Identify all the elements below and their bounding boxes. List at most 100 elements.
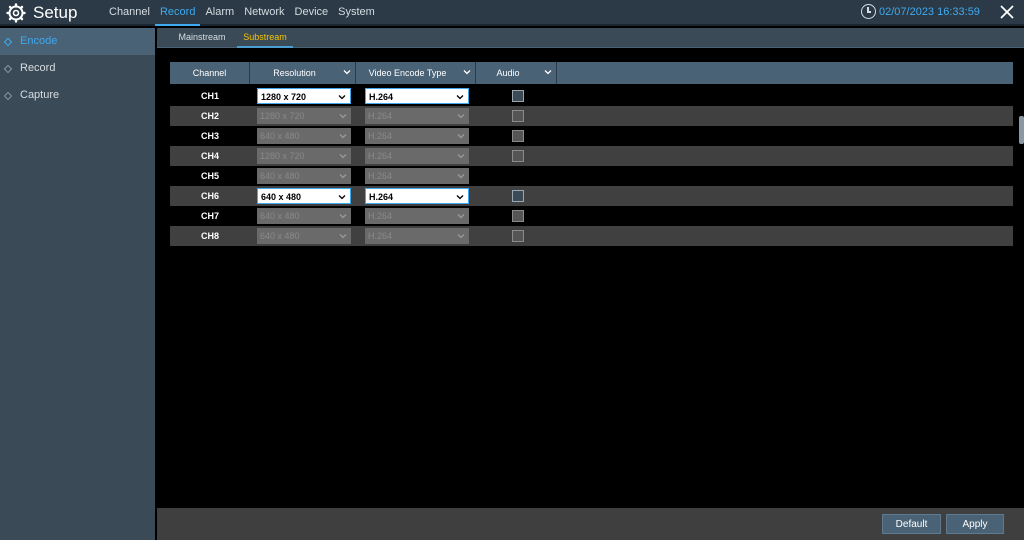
diamond-icon <box>3 37 13 47</box>
scrollbar-handle[interactable] <box>1019 116 1024 144</box>
sidebar-item-encode[interactable]: Encode <box>0 28 155 55</box>
chevron-down-icon <box>339 114 347 119</box>
sidebar-item-record[interactable]: Record <box>0 55 155 82</box>
channel-label: CH7 <box>200 211 219 221</box>
encode-type-select: H.264 <box>365 148 469 164</box>
default-button[interactable]: Default <box>882 514 941 534</box>
chevron-down-icon <box>456 195 464 200</box>
column-header-channel: Channel <box>170 62 250 84</box>
resolution-value: 1280 x 720 <box>260 111 305 121</box>
resolution-select: 640 x 480 <box>257 168 351 184</box>
chevron-down-icon <box>343 70 351 75</box>
chevron-down-icon <box>339 214 347 219</box>
table-row: CH2 1280 x 720 H.264 <box>170 106 1013 126</box>
nav-record[interactable]: Record <box>154 0 201 26</box>
encode-type-value: H.264 <box>368 231 393 241</box>
table-row: CH3 640 x 480 H.264 <box>170 126 1013 146</box>
nav-alarm[interactable]: Alarm <box>200 0 239 26</box>
audio-checkbox <box>512 230 524 242</box>
audio-checkbox <box>512 110 524 122</box>
encode-type-select: H.264 <box>365 228 469 244</box>
chevron-down-icon <box>338 195 346 200</box>
nav-channel[interactable]: Channel <box>104 0 155 26</box>
resolution-select[interactable]: 640 x 480 <box>257 188 351 204</box>
main-content: Mainstream Substream Channel Resolution … <box>157 28 1024 540</box>
audio-checkbox[interactable] <box>512 90 524 102</box>
chevron-down-icon <box>339 154 347 159</box>
encode-type-select: H.264 <box>365 208 469 224</box>
table-row: CH4 1280 x 720 H.264 <box>170 146 1013 166</box>
gear-icon <box>6 3 26 23</box>
diamond-icon <box>3 64 13 74</box>
resolution-value: 640 x 480 <box>260 211 300 221</box>
resolution-value: 640 x 480 <box>261 192 302 202</box>
subtab-bar: Mainstream Substream <box>157 28 1024 48</box>
datetime-text: 02/07/2023 16:33:59 <box>879 5 980 18</box>
table-header: Channel Resolution Video Encode Type Aud… <box>170 62 1013 84</box>
chevron-down-icon <box>463 70 471 75</box>
chevron-down-icon <box>339 174 347 179</box>
resolution-select: 640 x 480 <box>257 208 351 224</box>
column-header-resolution[interactable]: Resolution <box>250 62 356 84</box>
encode-type-value: H.264 <box>369 192 394 202</box>
column-header-audio[interactable]: Audio <box>476 62 557 84</box>
encode-type-select: H.264 <box>365 128 469 144</box>
resolution-value: 1280 x 720 <box>260 151 305 161</box>
encode-type-select: H.264 <box>365 168 469 184</box>
resolution-value: 640 x 480 <box>260 131 300 141</box>
encode-type-select[interactable]: H.264 <box>365 88 469 104</box>
sidebar-item-label: Encode <box>20 35 58 47</box>
close-icon[interactable] <box>999 4 1015 20</box>
encode-type-select: H.264 <box>365 108 469 124</box>
resolution-value: 1280 x 720 <box>261 92 307 102</box>
audio-checkbox[interactable] <box>512 190 524 202</box>
resolution-value: 640 x 480 <box>260 231 300 241</box>
channel-label: CH3 <box>200 131 219 141</box>
table-row: CH6 640 x 480 H.264 <box>170 186 1013 206</box>
encode-type-value: H.264 <box>368 171 393 181</box>
top-nav: Channel Record Alarm Network Device Syst… <box>104 0 380 26</box>
nav-system[interactable]: System <box>333 0 380 26</box>
chevron-down-icon <box>457 234 465 239</box>
chevron-down-icon <box>457 174 465 179</box>
channel-label: CH8 <box>200 231 219 241</box>
nav-device[interactable]: Device <box>290 0 334 26</box>
table-row: CH5 640 x 480 H.264 <box>170 166 1013 186</box>
nav-network[interactable]: Network <box>239 0 289 26</box>
tab-mainstream[interactable]: Mainstream <box>171 28 233 48</box>
resolution-select: 1280 x 720 <box>257 108 351 124</box>
channel-label: CH6 <box>200 191 219 201</box>
chevron-down-icon <box>457 214 465 219</box>
footer-bar: Default Apply <box>157 508 1024 540</box>
resolution-value: 640 x 480 <box>260 171 300 181</box>
sidebar-item-label: Record <box>20 62 56 74</box>
chevron-down-icon <box>457 134 465 139</box>
encode-type-value: H.264 <box>368 131 393 141</box>
audio-checkbox <box>512 210 524 222</box>
audio-checkbox <box>512 150 524 162</box>
channel-label: CH2 <box>200 111 219 121</box>
resolution-select: 640 x 480 <box>257 228 351 244</box>
channel-label: CH5 <box>200 171 219 181</box>
diamond-icon <box>3 91 13 101</box>
resolution-select: 1280 x 720 <box>257 148 351 164</box>
sidebar: Encode Record Capture <box>0 28 155 540</box>
app-title: Setup <box>33 3 78 22</box>
tab-substream[interactable]: Substream <box>237 28 293 48</box>
encode-type-value: H.264 <box>368 151 393 161</box>
encode-type-select[interactable]: H.264 <box>365 188 469 204</box>
chevron-down-icon <box>544 70 552 75</box>
audio-checkbox <box>512 130 524 142</box>
chevron-down-icon <box>339 234 347 239</box>
apply-button[interactable]: Apply <box>946 514 1004 534</box>
chevron-down-icon <box>457 114 465 119</box>
column-header-encode-type[interactable]: Video Encode Type <box>356 62 476 84</box>
table-row: CH7 640 x 480 H.264 <box>170 206 1013 226</box>
channel-label: CH4 <box>200 151 219 161</box>
encode-type-value: H.264 <box>369 92 394 102</box>
table-row: CH1 1280 x 720 H.264 <box>170 86 1013 106</box>
sidebar-item-capture[interactable]: Capture <box>0 82 155 109</box>
resolution-select[interactable]: 1280 x 720 <box>257 88 351 104</box>
sidebar-item-label: Capture <box>20 89 60 101</box>
chevron-down-icon <box>339 134 347 139</box>
